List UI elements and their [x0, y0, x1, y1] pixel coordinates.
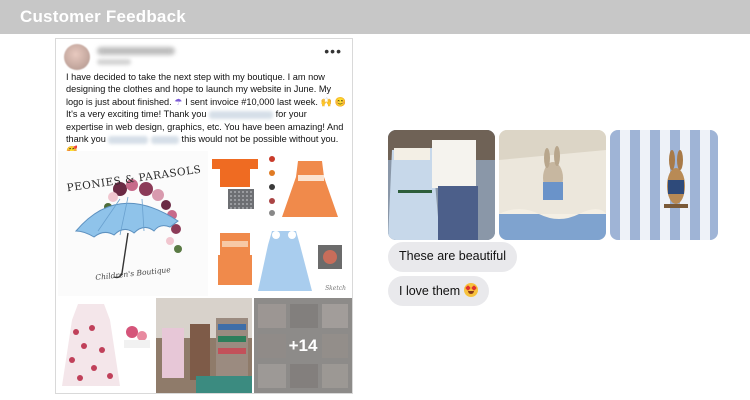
chat-bubble-text: I love them — [399, 284, 461, 298]
blurred-author-name — [97, 47, 175, 55]
page-title: Customer Feedback — [20, 7, 186, 26]
reply-photo[interactable] — [499, 130, 606, 240]
design-label: Sketch — [325, 285, 346, 292]
blurred-timestamp — [97, 59, 131, 65]
post-header: ••• — [64, 44, 344, 72]
post-text-part: this would not be possible without you. — [181, 134, 339, 145]
logo-image[interactable]: PEONIES & PARASOLS Children's Boutique — [58, 151, 208, 296]
chat-bubble-text: These are beautiful — [399, 249, 507, 263]
clothing-design-image[interactable]: Sketch — [210, 227, 352, 296]
boutique-store-image[interactable] — [156, 298, 252, 393]
redacted-name — [150, 135, 179, 144]
reply-photo-strip — [388, 130, 720, 240]
heart-eyes-emoji-icon — [464, 283, 479, 297]
floral-dress-image[interactable] — [58, 298, 154, 393]
more-photos-tile[interactable]: +14 — [254, 298, 352, 393]
redacted-name — [108, 135, 149, 144]
reply-photo[interactable] — [610, 130, 718, 240]
praise-hands-icon: 🙌 😊 — [320, 96, 346, 107]
feedback-header: Customer Feedback — [0, 0, 750, 34]
post-text-part: It's a very exciting time! Thank you — [66, 109, 207, 120]
post-photo-grid: PEONIES & PARASOLS Children's Boutique S… — [58, 151, 352, 393]
social-post-card: ••• I have decided to take the next step… — [55, 38, 353, 394]
avatar — [64, 44, 90, 70]
post-text: I have decided to take the next step wit… — [66, 71, 346, 158]
redacted-name — [209, 110, 274, 119]
chat-bubble: These are beautiful — [388, 242, 518, 272]
more-options-icon[interactable]: ••• — [324, 44, 342, 58]
chat-bubble: I love them — [388, 276, 490, 306]
umbrella-icon: ☂ — [174, 96, 183, 107]
more-photos-count: +14 — [254, 298, 352, 393]
post-text-part: I sent invoice #10,000 last week. — [185, 96, 318, 107]
clothing-design-image[interactable] — [210, 151, 352, 225]
reply-photo[interactable] — [388, 130, 495, 240]
